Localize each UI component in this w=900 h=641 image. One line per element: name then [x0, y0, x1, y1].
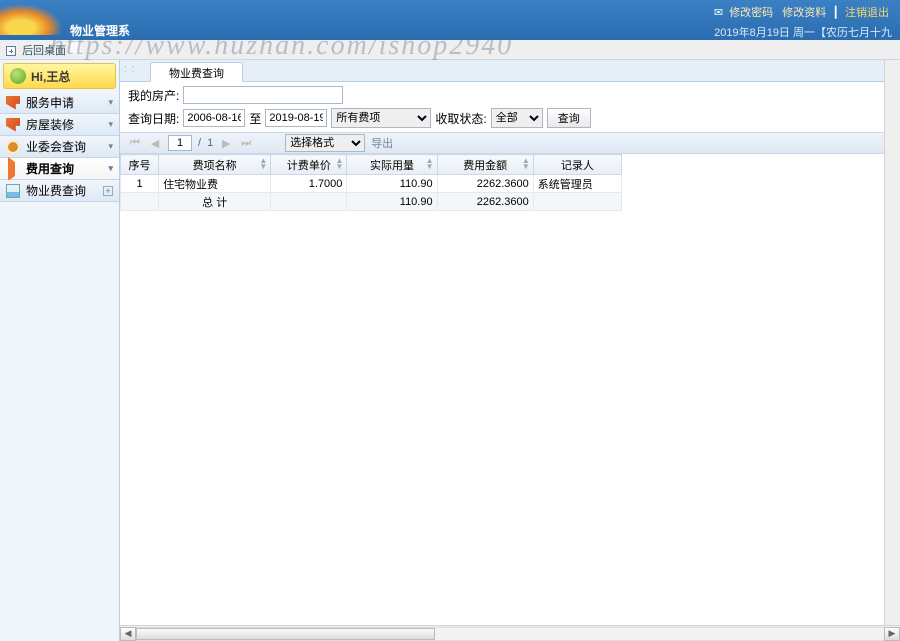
sidebar-item-renovation[interactable]: 房屋装修 ▾: [0, 114, 119, 136]
scroll-track[interactable]: [136, 627, 884, 641]
cell-price: 1.7000: [271, 175, 347, 193]
scroll-left-icon[interactable]: ◀: [120, 627, 136, 641]
chevron-down-icon: ▾: [108, 141, 113, 152]
separator: ┃: [832, 7, 839, 19]
status-label: 收取状态:: [435, 110, 486, 127]
chart-icon: [6, 184, 20, 198]
pager-total: 1: [207, 137, 213, 149]
expand-icon[interactable]: +: [103, 186, 113, 196]
logo-swoosh-icon: [0, 0, 70, 35]
tabstrip: : : 物业费查询: [120, 60, 900, 82]
chevron-down-icon: ▾: [108, 97, 113, 108]
col-price[interactable]: 计费单价▲▼: [271, 155, 347, 175]
sidebar: Hi,王总 服务申请 ▾ 房屋装修 ▾ 业委会查询 ▾ 费用查询 ▾ 物业费查询…: [0, 60, 120, 641]
tab-handle-icon: : :: [124, 64, 135, 75]
flag-icon: [6, 96, 20, 110]
sort-icon: ▲▼: [336, 158, 344, 170]
total-qty: 110.90: [347, 193, 437, 211]
chevron-down-icon: ▾: [108, 119, 113, 130]
sidebar-item-label: 物业费查询: [26, 182, 86, 199]
gear-icon: [6, 140, 20, 154]
fee-type-select[interactable]: 所有费项: [331, 108, 431, 128]
pager-export[interactable]: 导出: [371, 135, 393, 151]
pager-page-input[interactable]: [168, 135, 192, 151]
date-to-input[interactable]: [265, 109, 327, 127]
link-change-profile[interactable]: 修改资料: [782, 7, 826, 19]
pager-last-icon[interactable]: ⏭: [239, 137, 253, 150]
pager-sep: /: [198, 137, 201, 149]
table-total-row: 总 计 110.90 2262.3600: [121, 193, 622, 211]
total-label: 总 计: [159, 193, 271, 211]
link-logout[interactable]: 注销退出: [845, 7, 889, 19]
mail-icon: ✉: [714, 7, 723, 19]
link-change-password[interactable]: 修改密码: [729, 7, 773, 19]
back-to-desktop[interactable]: 后回桌面: [22, 45, 66, 57]
sidebar-item-label: 房屋装修: [26, 116, 74, 133]
sidebar-item-property-fee[interactable]: 物业费查询 +: [0, 180, 119, 202]
scroll-right-icon[interactable]: ▶: [884, 627, 900, 641]
main-panel: : : 物业费查询 我的房产: 查询日期: 至 所有费项 收取状态: 全部 查: [120, 60, 900, 641]
sort-icon: ▲▼: [259, 158, 267, 170]
sidebar-item-service[interactable]: 服务申请 ▾: [0, 92, 119, 114]
header-links: ✉ 修改密码 修改资料 ┃ 注销退出: [714, 4, 892, 20]
avatar-icon: [10, 68, 26, 84]
logo: 物业管理系统: [0, 0, 140, 40]
app-header: 物业管理系统 ✉ 修改密码 修改资料 ┃ 注销退出 2019年8月19日 周一【…: [0, 0, 900, 40]
pager-next-icon[interactable]: ▶: [219, 137, 233, 150]
user-name: Hi,王总: [31, 68, 70, 85]
pager-prev-icon[interactable]: ◀: [148, 137, 162, 150]
app-title: 物业管理系统: [70, 22, 140, 56]
house-label: 我的房产:: [128, 87, 179, 104]
col-recorder[interactable]: 记录人: [533, 155, 621, 175]
pager-first-icon[interactable]: ⏮: [128, 137, 142, 150]
cell-name: 住宅物业费: [159, 175, 271, 193]
sort-icon: ▲▼: [522, 158, 530, 170]
sort-icon: ▲▼: [426, 158, 434, 170]
scroll-thumb[interactable]: [136, 628, 435, 640]
cell-qty: 110.90: [347, 175, 437, 193]
flag-icon: [6, 118, 20, 132]
filter-bar: 我的房产: 查询日期: 至 所有费项 收取状态: 全部 查询: [120, 82, 900, 132]
user-greeting: Hi,王总: [3, 63, 116, 89]
cell-amount: 2262.3600: [437, 175, 533, 193]
pager-format-select[interactable]: 选择格式: [285, 134, 365, 152]
col-name[interactable]: 费项名称▲▼: [159, 155, 271, 175]
sidebar-item-label: 业委会查询: [26, 138, 86, 155]
sidebar-item-fee-query[interactable]: 费用查询 ▾: [0, 158, 119, 180]
chevron-down-icon: ▾: [108, 163, 113, 174]
scrollbar-vertical[interactable]: [884, 60, 900, 625]
status-select[interactable]: 全部: [491, 108, 543, 128]
col-amount[interactable]: 费用金额▲▼: [437, 155, 533, 175]
house-input[interactable]: [183, 86, 343, 104]
query-button[interactable]: 查询: [547, 108, 591, 128]
scrollbar-horizontal[interactable]: ◀ ▶: [120, 625, 900, 641]
cell-recorder: 系统管理员: [533, 175, 621, 193]
fee-table: 序号 费项名称▲▼ 计费单价▲▼ 实际用量▲▼ 费用金额▲▼ 记录人 1 住宅物…: [120, 154, 622, 211]
header-date: 2019年8月19日 周一【农历七月十九: [714, 24, 892, 40]
col-index[interactable]: 序号: [121, 155, 159, 175]
sidebar-item-label: 费用查询: [26, 160, 74, 177]
arrow-icon: [6, 162, 20, 176]
cell-index: 1: [121, 175, 159, 193]
col-qty[interactable]: 实际用量▲▼: [347, 155, 437, 175]
tab-property-fee[interactable]: 物业费查询: [150, 62, 243, 82]
date-from-input[interactable]: [183, 109, 245, 127]
date-label: 查询日期:: [128, 110, 179, 127]
desktop-icon: [6, 46, 16, 56]
date-sep: 至: [249, 110, 261, 127]
sidebar-item-committee[interactable]: 业委会查询 ▾: [0, 136, 119, 158]
sidebar-item-label: 服务申请: [26, 94, 74, 111]
table-row[interactable]: 1 住宅物业费 1.7000 110.90 2262.3600 系统管理员: [121, 175, 622, 193]
pager: ⏮ ◀ / 1 ▶ ⏭ 选择格式 导出: [120, 132, 900, 154]
total-amount: 2262.3600: [437, 193, 533, 211]
